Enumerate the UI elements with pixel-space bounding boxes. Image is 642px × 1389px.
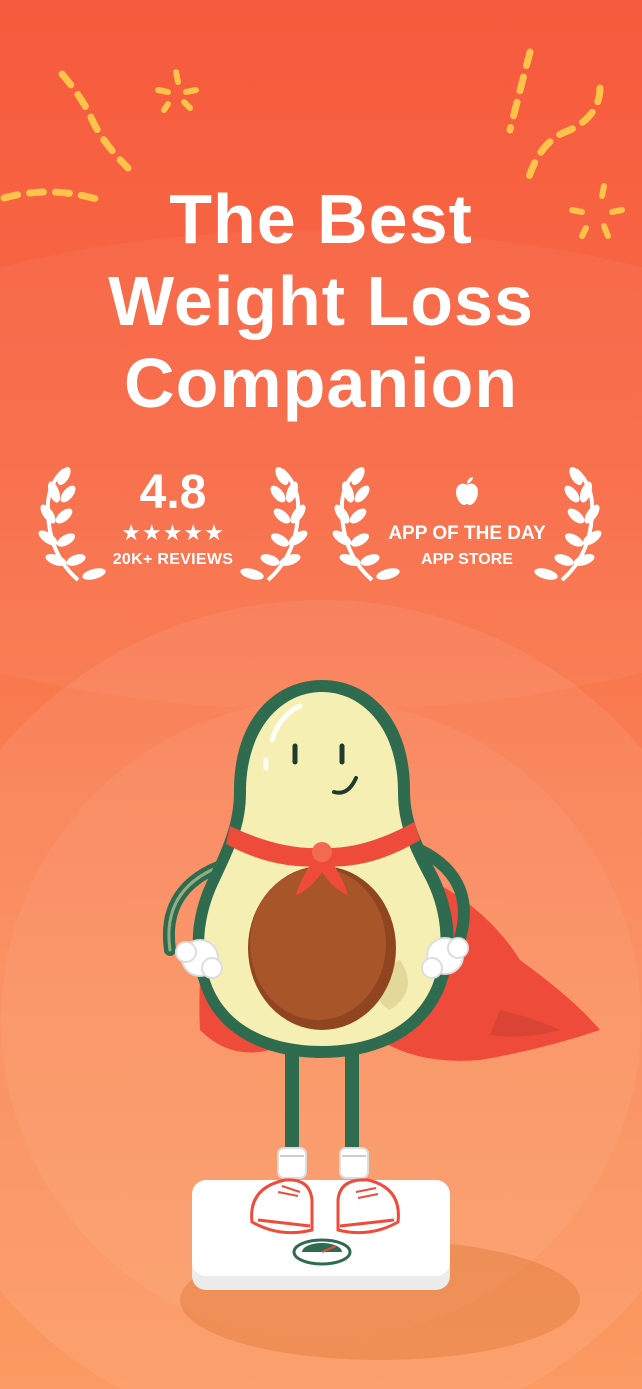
doodle-squiggle-right — [524, 84, 604, 184]
award-subtitle: APP STORE — [421, 551, 513, 568]
rating-value: 4.8 — [139, 466, 207, 519]
headline: The Best Weight Loss Companion — [0, 178, 642, 424]
rating-badge: 4.8 ★★★★★ 20K+ REVIEWS — [38, 462, 308, 590]
apple-logo-icon — [456, 477, 478, 505]
avocado-mascot-icon — [162, 680, 600, 1360]
headline-line-1: The Best — [169, 180, 473, 258]
headline-line-3: Companion — [124, 344, 518, 422]
award-badge: APP OF THE DAY APP STORE — [332, 462, 602, 590]
rating-stars-icon: ★★★★★ — [121, 520, 225, 545]
reviews-count: 20K+ REVIEWS — [112, 551, 234, 568]
doodle-squiggle-left — [58, 70, 132, 172]
headline-line-2: Weight Loss — [108, 262, 534, 340]
award-title: APP OF THE DAY — [388, 523, 546, 544]
doodle-line-right-top — [506, 48, 534, 134]
sparkle-left — [155, 69, 199, 113]
